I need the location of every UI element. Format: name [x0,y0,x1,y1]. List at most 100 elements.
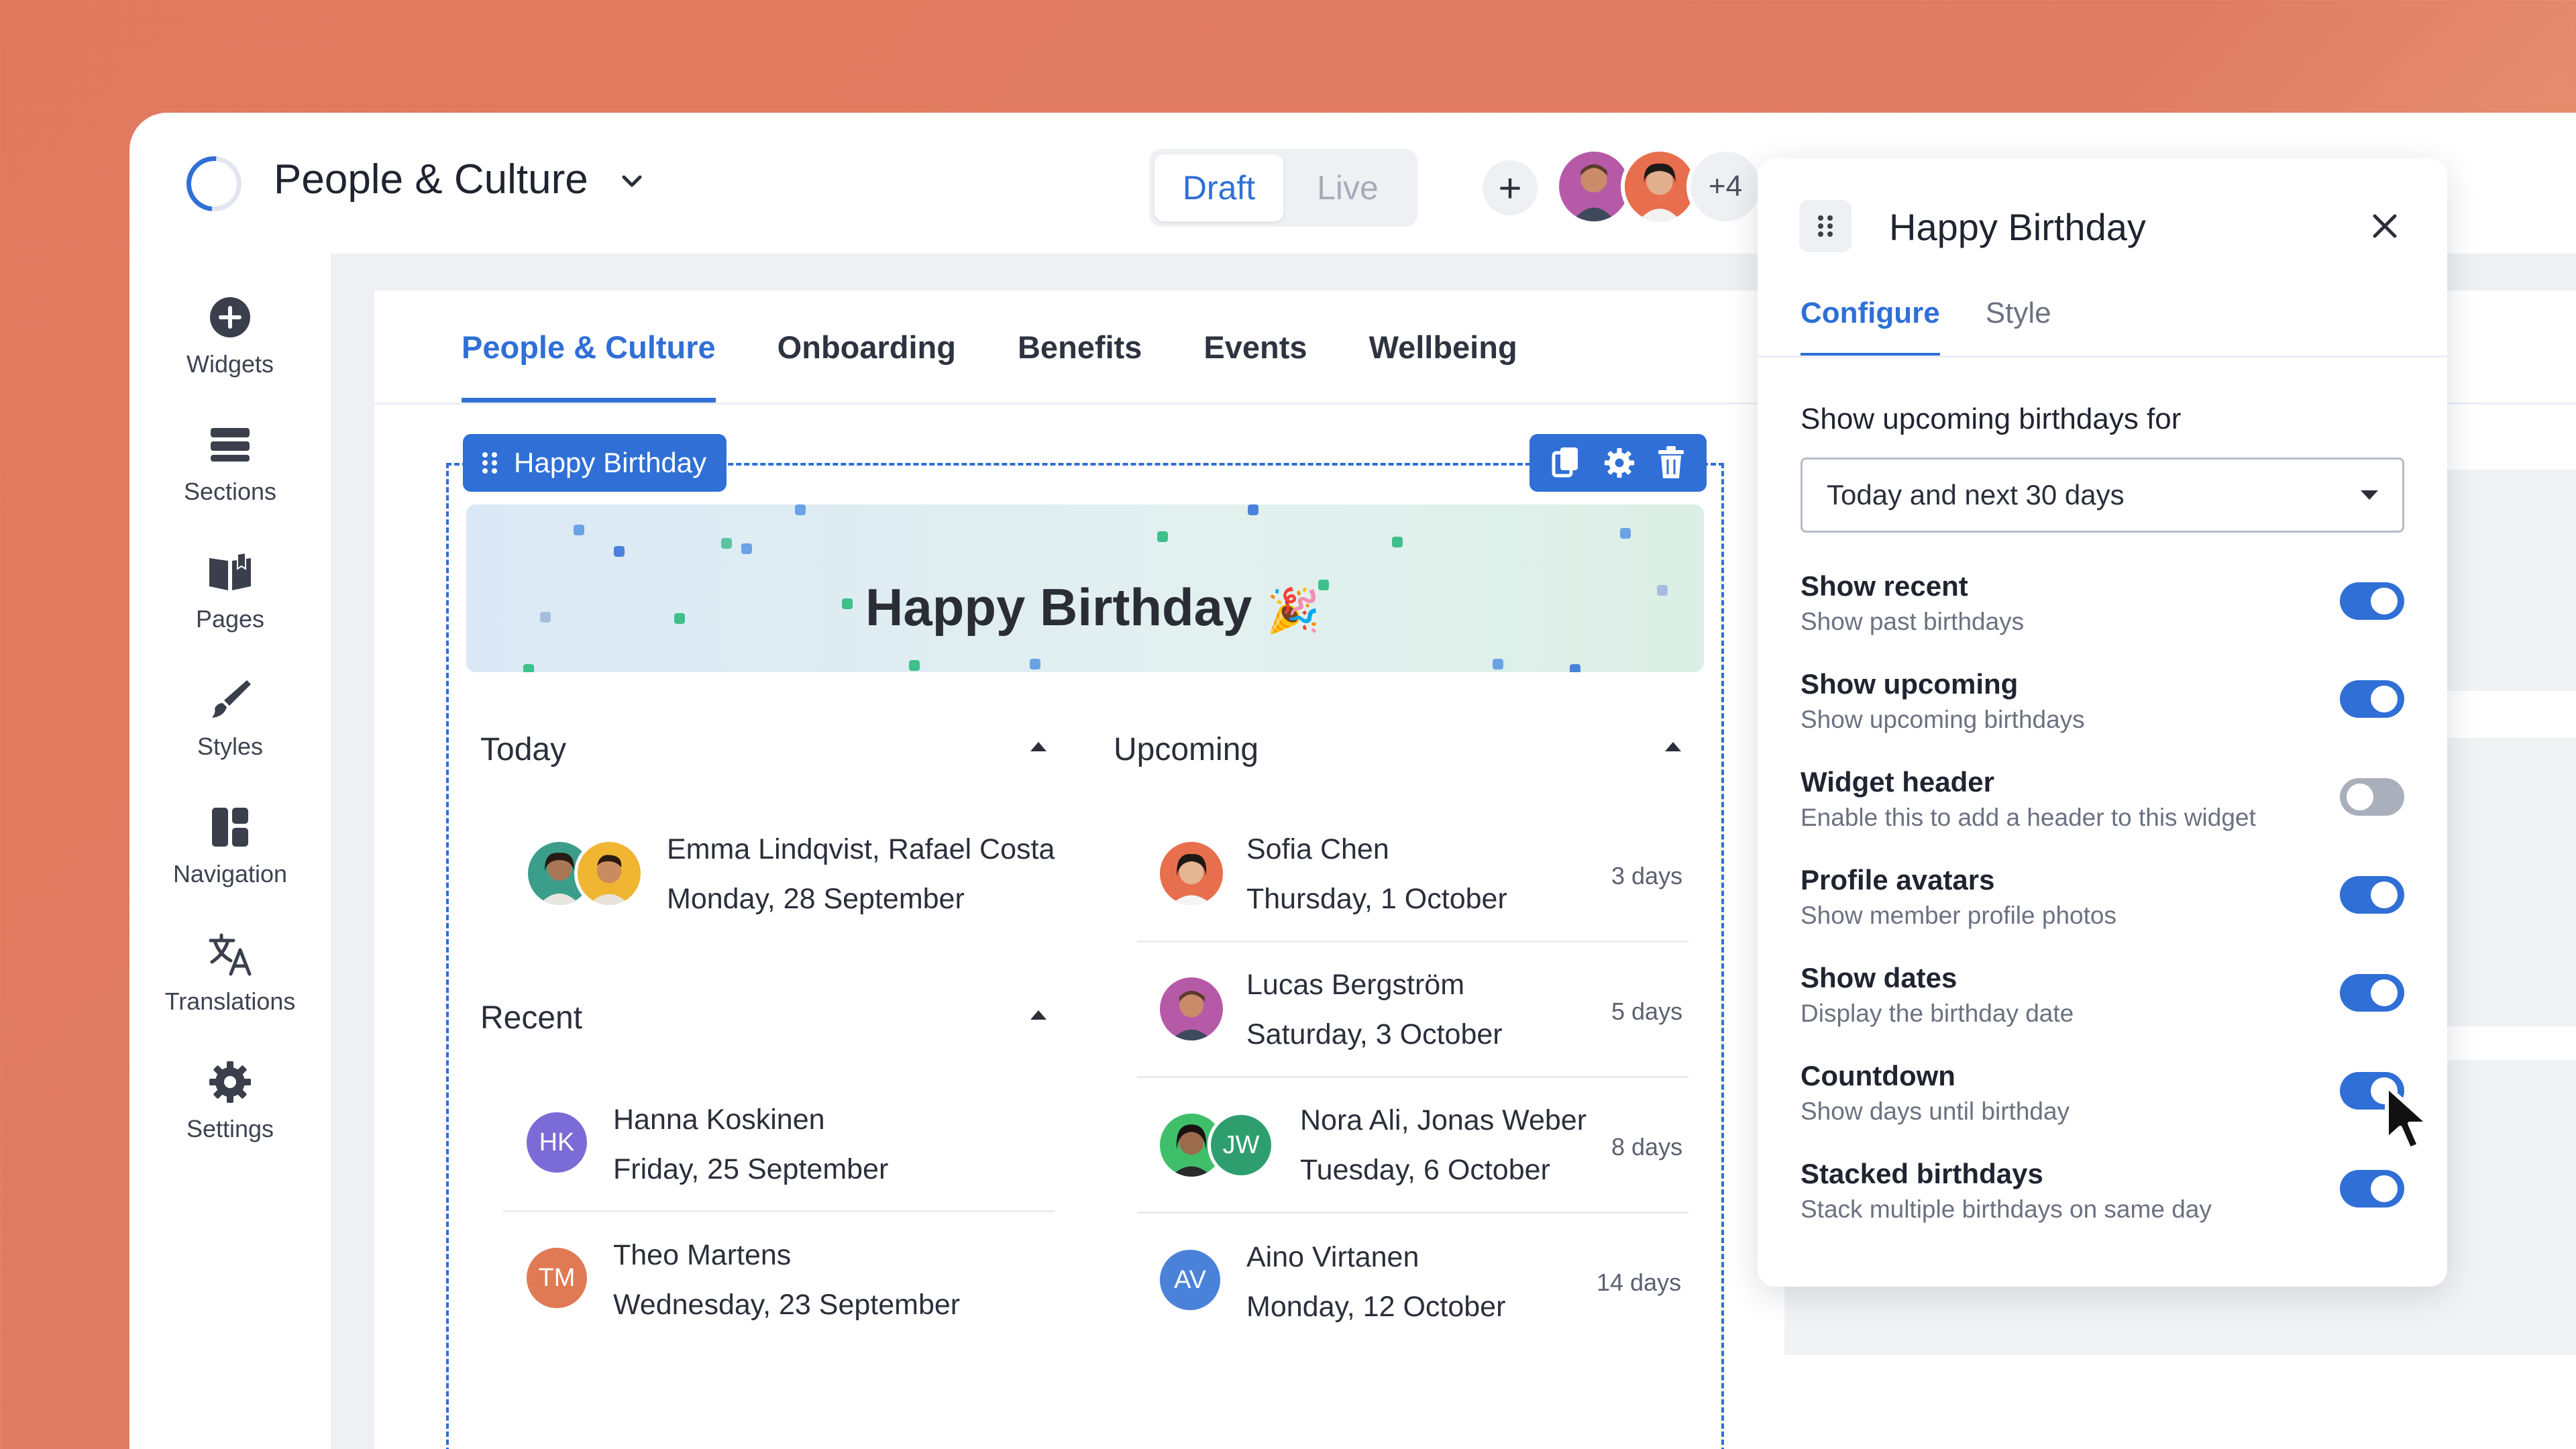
recent-entry-date: Wednesday, 23 September [613,1289,961,1321]
row-divider [503,1210,1055,1212]
collapse-caret-icon[interactable] [1030,1010,1046,1020]
add-collaborator-button[interactable]: + [1483,160,1538,215]
section-title-upcoming: Upcoming [1114,732,1259,767]
upcoming-entry-name: Aino Virtanen [1246,1241,1419,1273]
banner-title: Happy Birthday 🎉 [865,578,1320,637]
live-button[interactable]: Live [1283,154,1412,221]
collapse-caret-icon[interactable] [1665,742,1681,751]
collapse-caret-icon[interactable] [1030,742,1046,751]
upcoming-entry-name: Nora Ali, Jonas Weber [1300,1104,1587,1136]
days-until-label: 8 days [1611,1133,1683,1161]
today-entry-names: Emma Lindqvist, Rafael Costa [667,833,1055,865]
widget-header-toggle[interactable] [2340,778,2404,816]
party-popper-icon: 🎉 [1267,586,1320,635]
stacked-birthdays-toggle[interactable] [2340,1170,2404,1208]
range-field-label: Show upcoming birthdays for [1801,402,2182,435]
sidebar-item-styles[interactable]: Styles [129,676,331,761]
upcoming-entry-date: Monday, 12 October [1246,1291,1506,1323]
widget-config-panel: Happy Birthday Configure Style Show upco… [1758,158,2447,1287]
tab-benefits[interactable]: Benefits [1018,329,1142,402]
placeholder-block [2447,470,2576,691]
section-title-today: Today [480,732,567,767]
widget-drag-handle[interactable]: Happy Birthday [463,434,727,492]
caret-down-icon [2361,490,2378,500]
profile-avatars-toggle[interactable] [2340,876,2404,914]
days-until-label: 3 days [1611,862,1683,890]
tab-style[interactable]: Style [1986,297,2051,357]
page-tabs: People & Culture Onboarding Benefits Eve… [462,329,1579,402]
confetti [1493,659,1503,669]
drag-handle-icon [482,452,497,474]
upcoming-entry-date: Tuesday, 6 October [1300,1154,1550,1186]
tab-configure[interactable]: Configure [1801,297,1940,357]
layout-icon [212,808,248,847]
today-entry-date: Monday, 28 September [667,883,965,915]
plus-circle-icon [210,297,250,337]
row-divider [1137,1076,1688,1078]
trash-icon[interactable] [1657,446,1685,480]
confetti [741,543,752,554]
chevron-down-icon[interactable] [619,168,645,195]
confetti [1248,504,1258,515]
days-until-label: 14 days [1597,1269,1682,1296]
sidebar-item-widgets[interactable]: Widgets [129,294,331,378]
option-stacked-birthdays: Stacked birthdays Stack multiple birthda… [1801,1158,2404,1232]
panel-tabs: Configure Style [1801,297,2097,357]
confetti [1657,585,1668,596]
confetti [1030,659,1040,669]
confetti [614,546,625,557]
upcoming-entry-date: Thursday, 1 October [1246,883,1507,915]
sidebar-item-translations[interactable]: Translations [129,931,331,1016]
sidebar-item-navigation[interactable]: Navigation [129,804,331,888]
widget-toolbar [1529,434,1707,492]
confetti [1620,528,1631,539]
more-collaborators-badge[interactable]: +4 [1686,148,1764,225]
tab-wellbeing[interactable]: Wellbeing [1369,329,1517,402]
option-countdown: Countdown Show days until birthday [1801,1060,2404,1134]
avatar [1157,839,1226,908]
row-divider [1137,941,1688,943]
draft-live-toggle[interactable]: Draft Live [1149,149,1417,227]
option-show-recent: Show recent Show past birthdays [1801,570,2404,644]
placeholder-block [2447,738,2576,1026]
option-show-upcoming: Show upcoming Show upcoming birthdays [1801,668,2404,742]
confetti [1570,664,1580,672]
close-icon[interactable] [2368,209,2402,243]
show-dates-toggle[interactable] [2340,974,2404,1012]
show-upcoming-toggle[interactable] [2340,680,2404,718]
tab-onboarding[interactable]: Onboarding [777,329,956,402]
tab-people-culture[interactable]: People & Culture [462,329,716,402]
row-divider [1137,1212,1688,1214]
sidebar-item-settings[interactable]: Settings [129,1059,331,1143]
tab-events[interactable]: Events [1203,329,1307,402]
draft-button[interactable]: Draft [1155,154,1283,221]
select-value: Today and next 30 days [1827,479,2125,511]
mouse-cursor-icon [2385,1084,2430,1151]
recent-entry-date: Friday, 25 September [613,1153,889,1185]
show-recent-toggle[interactable] [2340,582,2404,620]
site-title[interactable]: People & Culture [274,156,588,203]
brush-icon [212,680,251,718]
confetti [574,525,584,535]
upcoming-entry-date: Saturday, 3 October [1246,1018,1503,1051]
confetti [795,504,806,515]
section-title-recent: Recent [480,1000,583,1036]
avatar-initials: JW [1208,1112,1275,1179]
days-until-label: 5 days [1611,998,1683,1025]
book-icon [209,551,251,590]
collaborator-avatars[interactable]: +4 [1555,148,1764,228]
gear-icon [209,1061,251,1103]
birthday-range-select[interactable]: Today and next 30 days [1801,458,2404,533]
panel-title: Happy Birthday [1889,206,2146,248]
confetti [674,613,685,624]
sidebar-item-pages[interactable]: Pages [129,549,331,633]
recent-entry-name: Hanna Koskinen [613,1104,825,1136]
confetti [721,538,732,549]
gear-icon[interactable] [1603,446,1636,480]
confetti [523,664,534,672]
widget-chip-label: Happy Birthday [514,447,707,478]
sidebar-item-sections[interactable]: Sections [129,421,331,506]
panel-drag-handle[interactable] [1799,200,1851,252]
duplicate-icon[interactable] [1551,446,1582,480]
avatar-initials: AV [1157,1246,1224,1313]
